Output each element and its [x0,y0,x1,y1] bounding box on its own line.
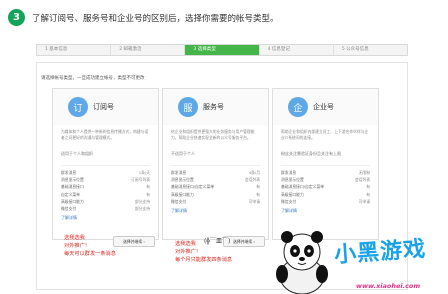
progress-step-2: 2 邮箱激活 [111,45,186,55]
card-divider [61,165,150,166]
panda-mascot-icon [276,231,328,294]
feature-label: 微信支付 [281,198,297,204]
feature-value: 会话列表 [244,177,260,183]
feature-row: 群发消息 4条/月 [163,169,268,176]
feature-row: 消息显示位置 会话列表 [163,176,268,183]
progress-step-4: 4 信息登记 [260,45,334,55]
note-line: 每个月只能群发四条消息 [175,257,233,263]
feature-row: 微信支付 可申请 [273,198,378,205]
feature-value: 可申请 [248,198,260,204]
card-description: 为媒体和个人提供一种新的信息传播方式，构建与读者之间更好的沟通与管理模式。 [61,129,149,140]
card-title: 订阅号 [93,103,114,111]
note-line: 对外推广！ [64,243,90,249]
card-title: 服务号 [203,103,224,111]
feature-row: 基础消息接口 有 [53,183,158,190]
learn-more-link[interactable]: 了解详情 [53,212,158,221]
card-title: 企业号 [313,103,334,111]
feature-value: 有 [146,184,150,190]
registration-progress: 1 基本信息 2 邮箱激活 3 选择类型 4 信息登记 5 公众号信息 [36,44,408,56]
card-target: 适用于个人和组织 [61,151,93,156]
progress-step-1: 1 基本信息 [37,45,112,55]
progress-step-5: 5 公众号信息 [341,47,369,52]
card-divider [171,165,260,166]
feature-label: 群发消息 [281,170,297,175]
feature-value: 有 [256,184,260,190]
note-line: 选我选我 [64,235,85,241]
feature-label: 微信支付 [171,198,187,204]
step-number-badge: 3 [8,9,25,26]
feature-row: 群发消息 1条/天 [53,169,158,176]
enterprise-icon: 企 [288,97,308,117]
feature-label: 高级接口能力 [281,191,304,197]
feature-label: 微信支付 [61,206,77,212]
feature-row: 微信支付 可申请 [163,198,268,205]
feature-row: 消息显示位置 会话列表 [273,176,378,183]
note-line: 每天可以群发一条消息 [64,251,116,257]
subscription-icon: 订 [68,97,88,117]
feature-label: 群发消息 [61,170,77,175]
card-header: 企 企业号 [273,89,378,125]
account-card-enterprise[interactable]: 企 企业号 帮助企业和组织内部建立员工、上下游合作伙伴与企业IT系统间的连接。 … [272,88,379,240]
service-icon: 服 [178,97,198,117]
feature-label: 高级接口能力 [171,191,194,197]
feature-row: 群发消息 无限制 [273,169,378,176]
learn-more-link[interactable]: 了解详情 [163,205,268,214]
page-heading: 了解订阅号、服务号和企业号的区别后，选择你需要的帐号类型。 [32,14,279,24]
feature-value: 1条/天 [138,170,150,175]
feature-label: 基础消息接口/自定义菜单 [281,184,325,190]
feature-label: 群发消息 [171,170,187,175]
logo-url: www.xiaohei.com [356,282,421,290]
feature-label: 消息显示位置 [61,177,84,183]
feature-row: 基础消息接口/自定义菜单 有 [273,183,378,190]
card-divider [281,165,370,166]
feature-row: 高级接口能力 部分支持 [53,198,158,205]
feature-row: 微信支付 部分支持 [53,205,158,212]
feature-label: 高级接口能力 [61,198,84,204]
feature-value: 部分支持 [134,198,150,204]
feature-row: 自定义菜单 有 [53,191,158,198]
note-line: 对外推广！ [175,249,201,255]
feature-value: 可申请 [358,198,370,204]
feature-value: 会话列表 [354,177,370,183]
card-description: 给企业和组织提供更强大的业务服务与用户管理能力，帮助企业快速实现全新的公众号服务… [171,129,255,140]
feature-label: 基础消息接口/自定义菜单 [171,184,215,190]
account-type-instruction: 请选择帐号类型，一旦成功建立帐号，类型不可更改 [41,76,145,81]
account-card-subscription[interactable]: 订 订阅号 为媒体和个人提供一种新的信息传播方式，构建与读者之间更好的沟通与管理… [52,88,159,240]
feature-value: 有 [256,191,260,197]
feature-label: 消息显示位置 [171,177,194,183]
account-card-service[interactable]: 服 服务号 给企业和组织提供更强大的业务服务与用户管理能力，帮助企业快速实现全新… [162,88,269,240]
feature-label: 消息显示位置 [281,177,304,183]
card-header: 服 服务号 [163,89,268,125]
feature-label: 基础消息接口 [61,184,84,190]
feature-label: 自定义菜单 [61,191,80,197]
select-subscription-button[interactable]: 选择并继续 › [113,236,155,247]
subscription-note: 选我选我 对外推广！ 每天可以群发一条消息 [64,234,116,258]
feature-row: 高级接口能力 有 [273,191,378,198]
feature-value: 有 [366,191,370,197]
card-target: 不适用于个人 [171,151,195,156]
card-description: 帮助企业和组织内部建立员工、上下游合作伙伴与企业IT系统间的连接。 [281,129,369,140]
logo-title: 小黑游戏 [333,236,427,269]
angry-face-emoticon: (╬￣皿￣) [204,238,231,245]
feature-row: 高级接口能力 有 [163,191,268,198]
learn-more-link[interactable]: 了解详情 [273,205,378,214]
feature-value: 部分支持 [134,206,150,212]
feature-value: 4条/月 [248,170,260,175]
progress-step-3: 3 选择类型 [185,45,260,55]
feature-row: 基础消息接口/自定义菜单 有 [163,183,268,190]
feature-value: 订阅号列表 [131,177,150,183]
feature-value: 有 [146,191,150,197]
feature-value: 无限制 [358,170,370,175]
card-header: 订 订阅号 [53,89,158,125]
feature-value: 有 [366,184,370,190]
card-target: 粉丝关注需验证身份且关注有上限 [281,151,341,156]
feature-row: 消息显示位置 订阅号列表 [53,176,158,183]
